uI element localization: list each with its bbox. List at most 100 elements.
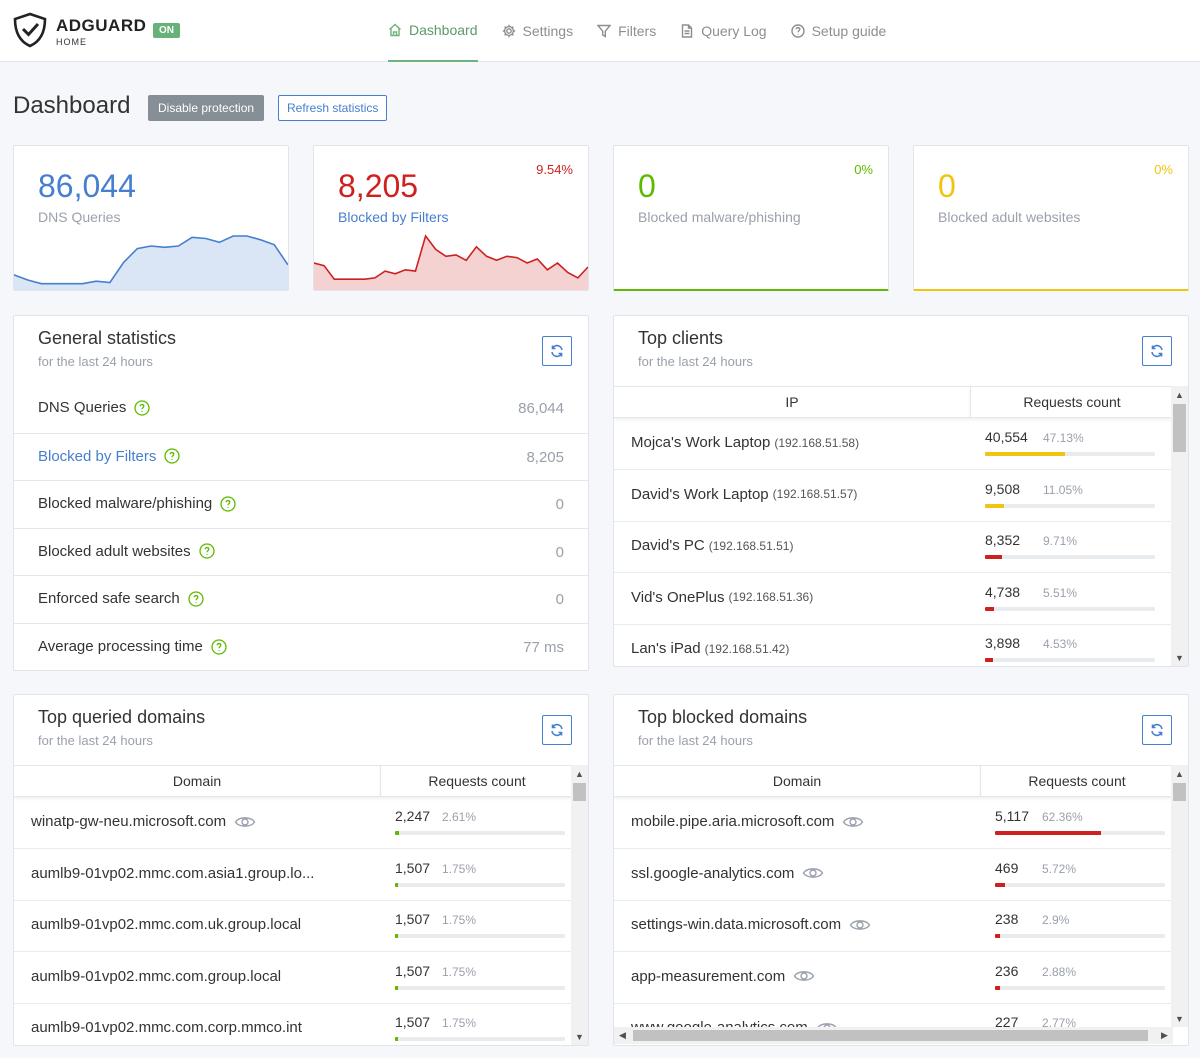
brand-name[interactable]: ADGUARD [56,16,146,36]
stat-percent: 9.54% [536,162,573,177]
column-header-domain[interactable]: Domain [14,765,380,797]
requests-percent: 1.75% [442,1016,477,1031]
label-text[interactable]: Blocked by Filters [38,448,156,465]
domain-name: ssl.google-analytics.com [631,864,795,882]
vertical-scrollbar[interactable]: ▲ ▼ [571,765,588,1045]
table-row[interactable]: aumlb9-01vp02.mmc.com.corp.mmco.int 1,507… [14,1003,573,1045]
scroll-up-arrow[interactable]: ▲ [571,765,588,782]
document-icon [682,24,693,38]
label-text: Average processing time [38,638,203,655]
domain-name-cell[interactable]: aumlb9-01vp02.mmc.com.group.local [31,968,281,985]
table-row[interactable]: settings-win.data.microsoft.com 238 2.9% [614,900,1173,953]
domain-name-cell[interactable]: mobile.pipe.aria.microsoft.com [631,813,864,830]
scroll-down-arrow[interactable]: ▼ [571,1028,588,1045]
help-circle-icon[interactable] [164,448,181,464]
refresh-general-statistics-button[interactable] [542,336,572,366]
refresh-top-clients-button[interactable] [1142,336,1172,366]
general-stat-label: Blocked malware/phishing [38,495,236,512]
eye-icon[interactable] [849,918,871,932]
column-header-ip[interactable]: IP [614,386,970,418]
eye-icon[interactable] [802,866,824,880]
dns-queries-sparkline [14,235,288,290]
client-name-cell[interactable]: Lan's iPad (192.168.51.42) [631,640,789,657]
domain-name-cell[interactable]: ssl.google-analytics.com [631,865,824,882]
eye-icon[interactable] [793,969,815,983]
nav-query-log[interactable]: Query Log [680,0,767,62]
table-row[interactable]: aumlb9-01vp02.mmc.com.group.local 1,507 1.… [14,952,573,1004]
refresh-icon [1151,723,1163,737]
table-row[interactable]: Lan's iPad (192.168.51.42) 3,898 4.53% [614,624,1173,666]
help-circle-icon[interactable] [134,399,151,416]
protection-status-badge: ON [153,23,180,38]
panel-title: Top clients [638,328,724,348]
requests-progress-bar [995,985,1165,990]
general-stat-row: Average processing time 77 ms [14,623,588,670]
domain-name: winatp-gw-neu.microsoft.com [31,813,227,830]
help-circle-icon[interactable] [198,543,215,559]
client-name-cell[interactable]: David's PC (192.168.51.51) [631,537,793,554]
eye-icon[interactable] [234,815,256,829]
horizontal-scrollbar[interactable]: ◀ ▶ [614,1027,1173,1044]
table-row[interactable]: aumlb9-01vp02.mmc.com.uk.group.local 1,50… [14,900,573,953]
adguard-shield-logo-icon[interactable] [12,12,48,48]
column-header-requests-count[interactable]: Requests count [980,765,1173,797]
scrollbar-thumb[interactable] [573,783,586,801]
domain-name-cell[interactable]: aumlb9-01vp02.mmc.com.asia1.group.lo... [31,865,314,882]
client-name-cell[interactable]: Vid's OnePlus (192.168.51.36) [631,589,813,606]
disable-protection-button[interactable]: Disable protection [148,95,265,121]
scroll-up-arrow[interactable]: ▲ [1171,765,1188,782]
column-header-requests-count[interactable]: Requests count [970,386,1173,418]
scroll-right-arrow[interactable]: ▶ [1156,1027,1173,1044]
requests-percent: 2.61% [442,810,477,824]
scroll-down-arrow[interactable]: ▼ [1171,1010,1188,1027]
scrollbar-thumb[interactable] [1173,783,1186,801]
domain-name-cell[interactable]: aumlb9-01vp02.mmc.com.uk.group.local [31,916,301,933]
table-row[interactable]: winatp-gw-neu.microsoft.com 2,247 2.61% [14,797,573,849]
progress-fill [985,503,1004,508]
requests-progress-bar [395,985,565,990]
domain-name-cell[interactable]: aumlb9-01vp02.mmc.com.corp.mmco.int [31,1019,302,1036]
refresh-statistics-button[interactable]: Refresh statistics [278,95,388,121]
page-title: Dashboard [13,92,131,119]
vertical-scrollbar[interactable]: ▲ ▼ [1171,386,1188,666]
domain-name-cell[interactable]: settings-win.data.microsoft.com [631,916,871,933]
table-row[interactable]: mobile.pipe.aria.microsoft.com 5,117 62.36… [614,797,1173,849]
nav-settings[interactable]: Settings [502,0,573,62]
client-name-cell[interactable]: David's Work Laptop (192.168.51.57) [631,486,857,503]
vertical-scrollbar[interactable]: ▲ ▼ [1171,765,1188,1027]
scroll-left-arrow[interactable]: ◀ [614,1027,631,1044]
help-circle-icon[interactable] [220,496,236,512]
nav-filters[interactable]: Filters [597,0,656,62]
nav-dashboard[interactable]: Dashboard [388,0,478,62]
help-circle-icon[interactable] [211,638,227,655]
table-row[interactable]: David's PC (192.168.51.51) 8,352 9.71% [614,521,1173,574]
eye-icon[interactable] [842,815,864,829]
table-row[interactable]: David's Work Laptop (192.168.51.57) 9,508 1… [614,470,1173,522]
requests-progress-bar [985,452,1155,456]
scrollbar-thumb[interactable] [1173,404,1186,452]
scroll-up-arrow[interactable]: ▲ [1171,386,1188,403]
nav-setup-guide[interactable]: Setup guide [790,0,886,62]
scrollbar-thumb[interactable] [633,1030,1148,1041]
scroll-down-arrow[interactable]: ▼ [1171,649,1188,666]
refresh-top-queried-button[interactable] [542,715,572,745]
top-clients-panel: Top clients for the last 24 hours IP Req… [613,315,1189,667]
table-row[interactable]: aumlb9-01vp02.mmc.com.asia1.group.lo... 1… [14,849,573,901]
progress-fill [395,831,400,835]
column-header-domain[interactable]: Domain [614,765,980,797]
table-row[interactable]: Vid's OnePlus (192.168.51.36) 4,738 5.51% [614,573,1173,625]
client-ip: (192.168.51.58) [774,435,860,450]
table-row[interactable]: ssl.google-analytics.com 469 5.72% [614,849,1173,901]
requests-count: 8,352 [985,532,1021,549]
domain-name-cell[interactable]: app-measurement.com [631,968,815,985]
stat-label: DNS Queries [38,209,121,225]
client-name-cell[interactable]: Mojca's Work Laptop (192.168.51.58) [631,434,859,451]
domain-name-cell[interactable]: winatp-gw-neu.microsoft.com [31,813,256,830]
nav-label: Dashboard [409,22,478,38]
dns-queries-card: 86,044 DNS Queries [13,145,289,291]
column-header-requests-count[interactable]: Requests count [380,765,573,797]
refresh-top-blocked-button[interactable] [1142,715,1172,745]
help-circle-icon[interactable] [188,591,204,607]
table-row[interactable]: app-measurement.com 236 2.88% [614,952,1173,1004]
table-row[interactable]: Mojca's Work Laptop (192.168.51.58) 40,554… [614,418,1173,470]
